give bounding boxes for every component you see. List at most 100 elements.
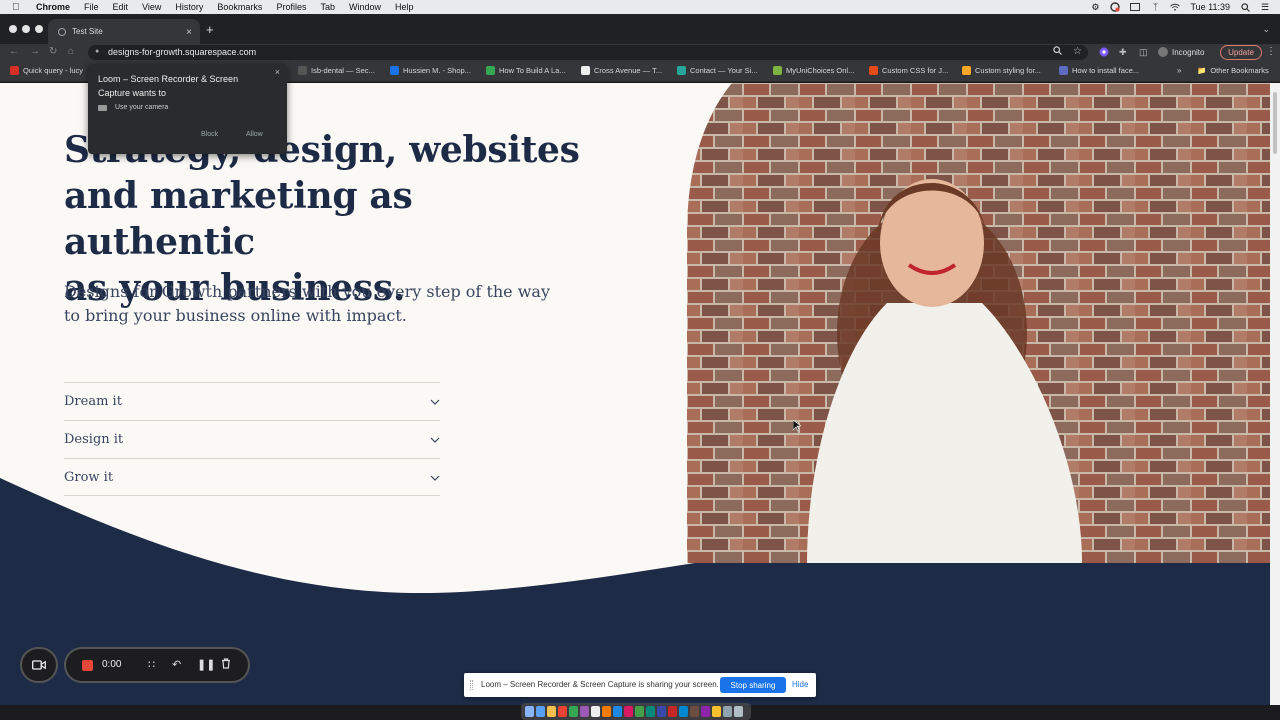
new-tab-button[interactable]: + [206,22,214,37]
back-arrow-icon[interactable]: ← [9,46,19,57]
tab-search-chevron-icon[interactable]: ⌄ [1262,24,1270,35]
bookmark-item[interactable]: How to install face... [1059,66,1139,75]
app-icon[interactable] [547,706,556,717]
drag-handle-icon[interactable] [470,680,473,690]
page-scrollbar[interactable] [1270,83,1280,705]
more-menu-icon[interactable]: ⋮ [1266,46,1276,57]
display-icon[interactable] [1130,3,1141,12]
bookmark-item[interactable]: Quick query - lucy [10,66,83,75]
bookmark-item[interactable]: MyUniChoices Onl... [773,66,854,75]
wifi-icon[interactable] [1170,3,1181,12]
block-button[interactable]: Block [201,131,218,138]
app-icon[interactable] [635,706,644,717]
accordion-design-it[interactable]: Design it [64,420,440,458]
update-button[interactable]: Update [1220,45,1262,60]
trash-icon[interactable] [221,658,231,672]
app-icon[interactable] [701,706,710,717]
video-camera-icon [32,660,46,670]
window-minimize-button[interactable] [22,25,30,33]
mac-menu-bar:  Chrome File Edit View History Bookmark… [0,0,1280,14]
bookmark-item[interactable]: Custom CSS for J... [869,66,948,75]
bookmark-item[interactable]: Custom styling for... [962,66,1041,75]
bluetooth-icon[interactable]: ᛉ [1150,2,1160,12]
app-icon[interactable] [580,706,589,717]
drawing-tools-icon[interactable]: ∷ [148,658,155,671]
app-icon[interactable] [558,706,567,717]
bookmark-label: Hussien M. - Shop... [403,66,471,75]
accordion-dream-it[interactable]: Dream it [64,382,440,420]
app-icon[interactable] [657,706,666,717]
tab-close-icon[interactable]: × [186,27,192,38]
bookmark-star-icon[interactable]: ☆ [1073,46,1082,57]
app-icon[interactable] [602,706,611,717]
bookmark-label: How to install face... [1072,66,1140,75]
menu-profiles[interactable]: Profiles [276,2,306,12]
bookmarks-overflow-icon[interactable]: » [1177,66,1181,75]
bookmark-label: Contact — Your Si... [690,66,758,75]
search-icon[interactable] [1240,2,1250,12]
lock-icon[interactable]: ● [95,48,99,55]
side-panel-icon[interactable]: ◫ [1139,47,1148,58]
window-zoom-button[interactable] [35,25,43,33]
app-icon[interactable] [536,706,545,717]
forward-arrow-icon[interactable]: → [30,46,40,57]
other-bookmarks[interactable]: 📁 Other Bookmarks [1197,66,1269,75]
menu-view[interactable]: View [142,2,161,12]
address-bar[interactable]: ● designs-for-growth.squarespace.com ☆ [88,45,1088,60]
app-icon[interactable] [624,706,633,717]
menu-file[interactable]: File [84,2,99,12]
app-icon[interactable] [613,706,622,717]
menu-edit[interactable]: Edit [113,2,129,12]
site-icon [773,66,782,75]
tab-test-site[interactable]: Test Site × [48,19,200,44]
allow-button[interactable]: Allow [246,131,263,138]
menu-history[interactable]: History [175,2,203,12]
zoom-icon[interactable] [1053,46,1062,57]
menu-tab[interactable]: Tab [320,2,335,12]
bookmark-item[interactable]: Cross Avenue — T... [581,66,662,75]
accordion-divider [64,495,440,496]
app-icon[interactable] [679,706,688,717]
app-icon[interactable] [591,706,600,717]
app-icon[interactable] [646,706,655,717]
bookmark-item[interactable]: How To Build A La... [486,66,566,75]
trash-icon[interactable] [734,706,743,717]
upwork-icon [390,66,399,75]
hide-button[interactable]: Hide [792,680,808,689]
app-icon[interactable] [668,706,677,717]
apple-icon[interactable]:  [12,2,26,13]
app-icon[interactable] [723,706,732,717]
app-icon[interactable] [690,706,699,717]
restart-icon[interactable]: ↶ [172,658,181,671]
close-icon[interactable]: × [275,67,280,77]
stop-sharing-button[interactable]: Stop sharing [720,677,786,693]
pause-icon[interactable]: ❚❚ [197,658,215,671]
loom-status-icon[interactable] [1110,2,1121,12]
mac-dock [521,703,751,720]
finder-icon[interactable] [525,706,534,717]
incognito-indicator[interactable]: Incognito [1158,47,1204,57]
scrollbar-thumb[interactable] [1273,92,1277,154]
menubar-clock[interactable]: Tue 11:39 [1190,2,1230,12]
url-text[interactable]: designs-for-growth.squarespace.com [108,47,256,57]
loom-camera-toggle[interactable] [20,647,58,683]
menu-help[interactable]: Help [395,2,414,12]
accordion-grow-it[interactable]: Grow it [64,458,440,496]
menu-window[interactable]: Window [349,2,381,12]
reload-icon[interactable]: ↻ [49,46,57,57]
app-icon[interactable] [712,706,721,717]
control-center-icon[interactable]: ☰ [1260,2,1270,12]
stop-recording-button[interactable] [82,660,93,671]
extensions-puzzle-icon[interactable]: ✚ [1119,47,1127,58]
window-close-button[interactable] [9,25,17,33]
gear-icon[interactable]: ⚙ [1090,2,1100,12]
menu-bookmarks[interactable]: Bookmarks [217,2,262,12]
bookmark-item[interactable]: Isb-dental — Sec... [298,66,375,75]
bookmark-label: Isb-dental — Sec... [311,66,375,75]
loom-extension-icon[interactable] [1099,47,1109,59]
menu-app-name[interactable]: Chrome [36,2,70,12]
app-icon[interactable] [569,706,578,717]
bookmark-item[interactable]: Contact — Your Si... [677,66,758,75]
home-icon[interactable]: ⌂ [68,46,74,57]
bookmark-item[interactable]: Hussien M. - Shop... [390,66,471,75]
